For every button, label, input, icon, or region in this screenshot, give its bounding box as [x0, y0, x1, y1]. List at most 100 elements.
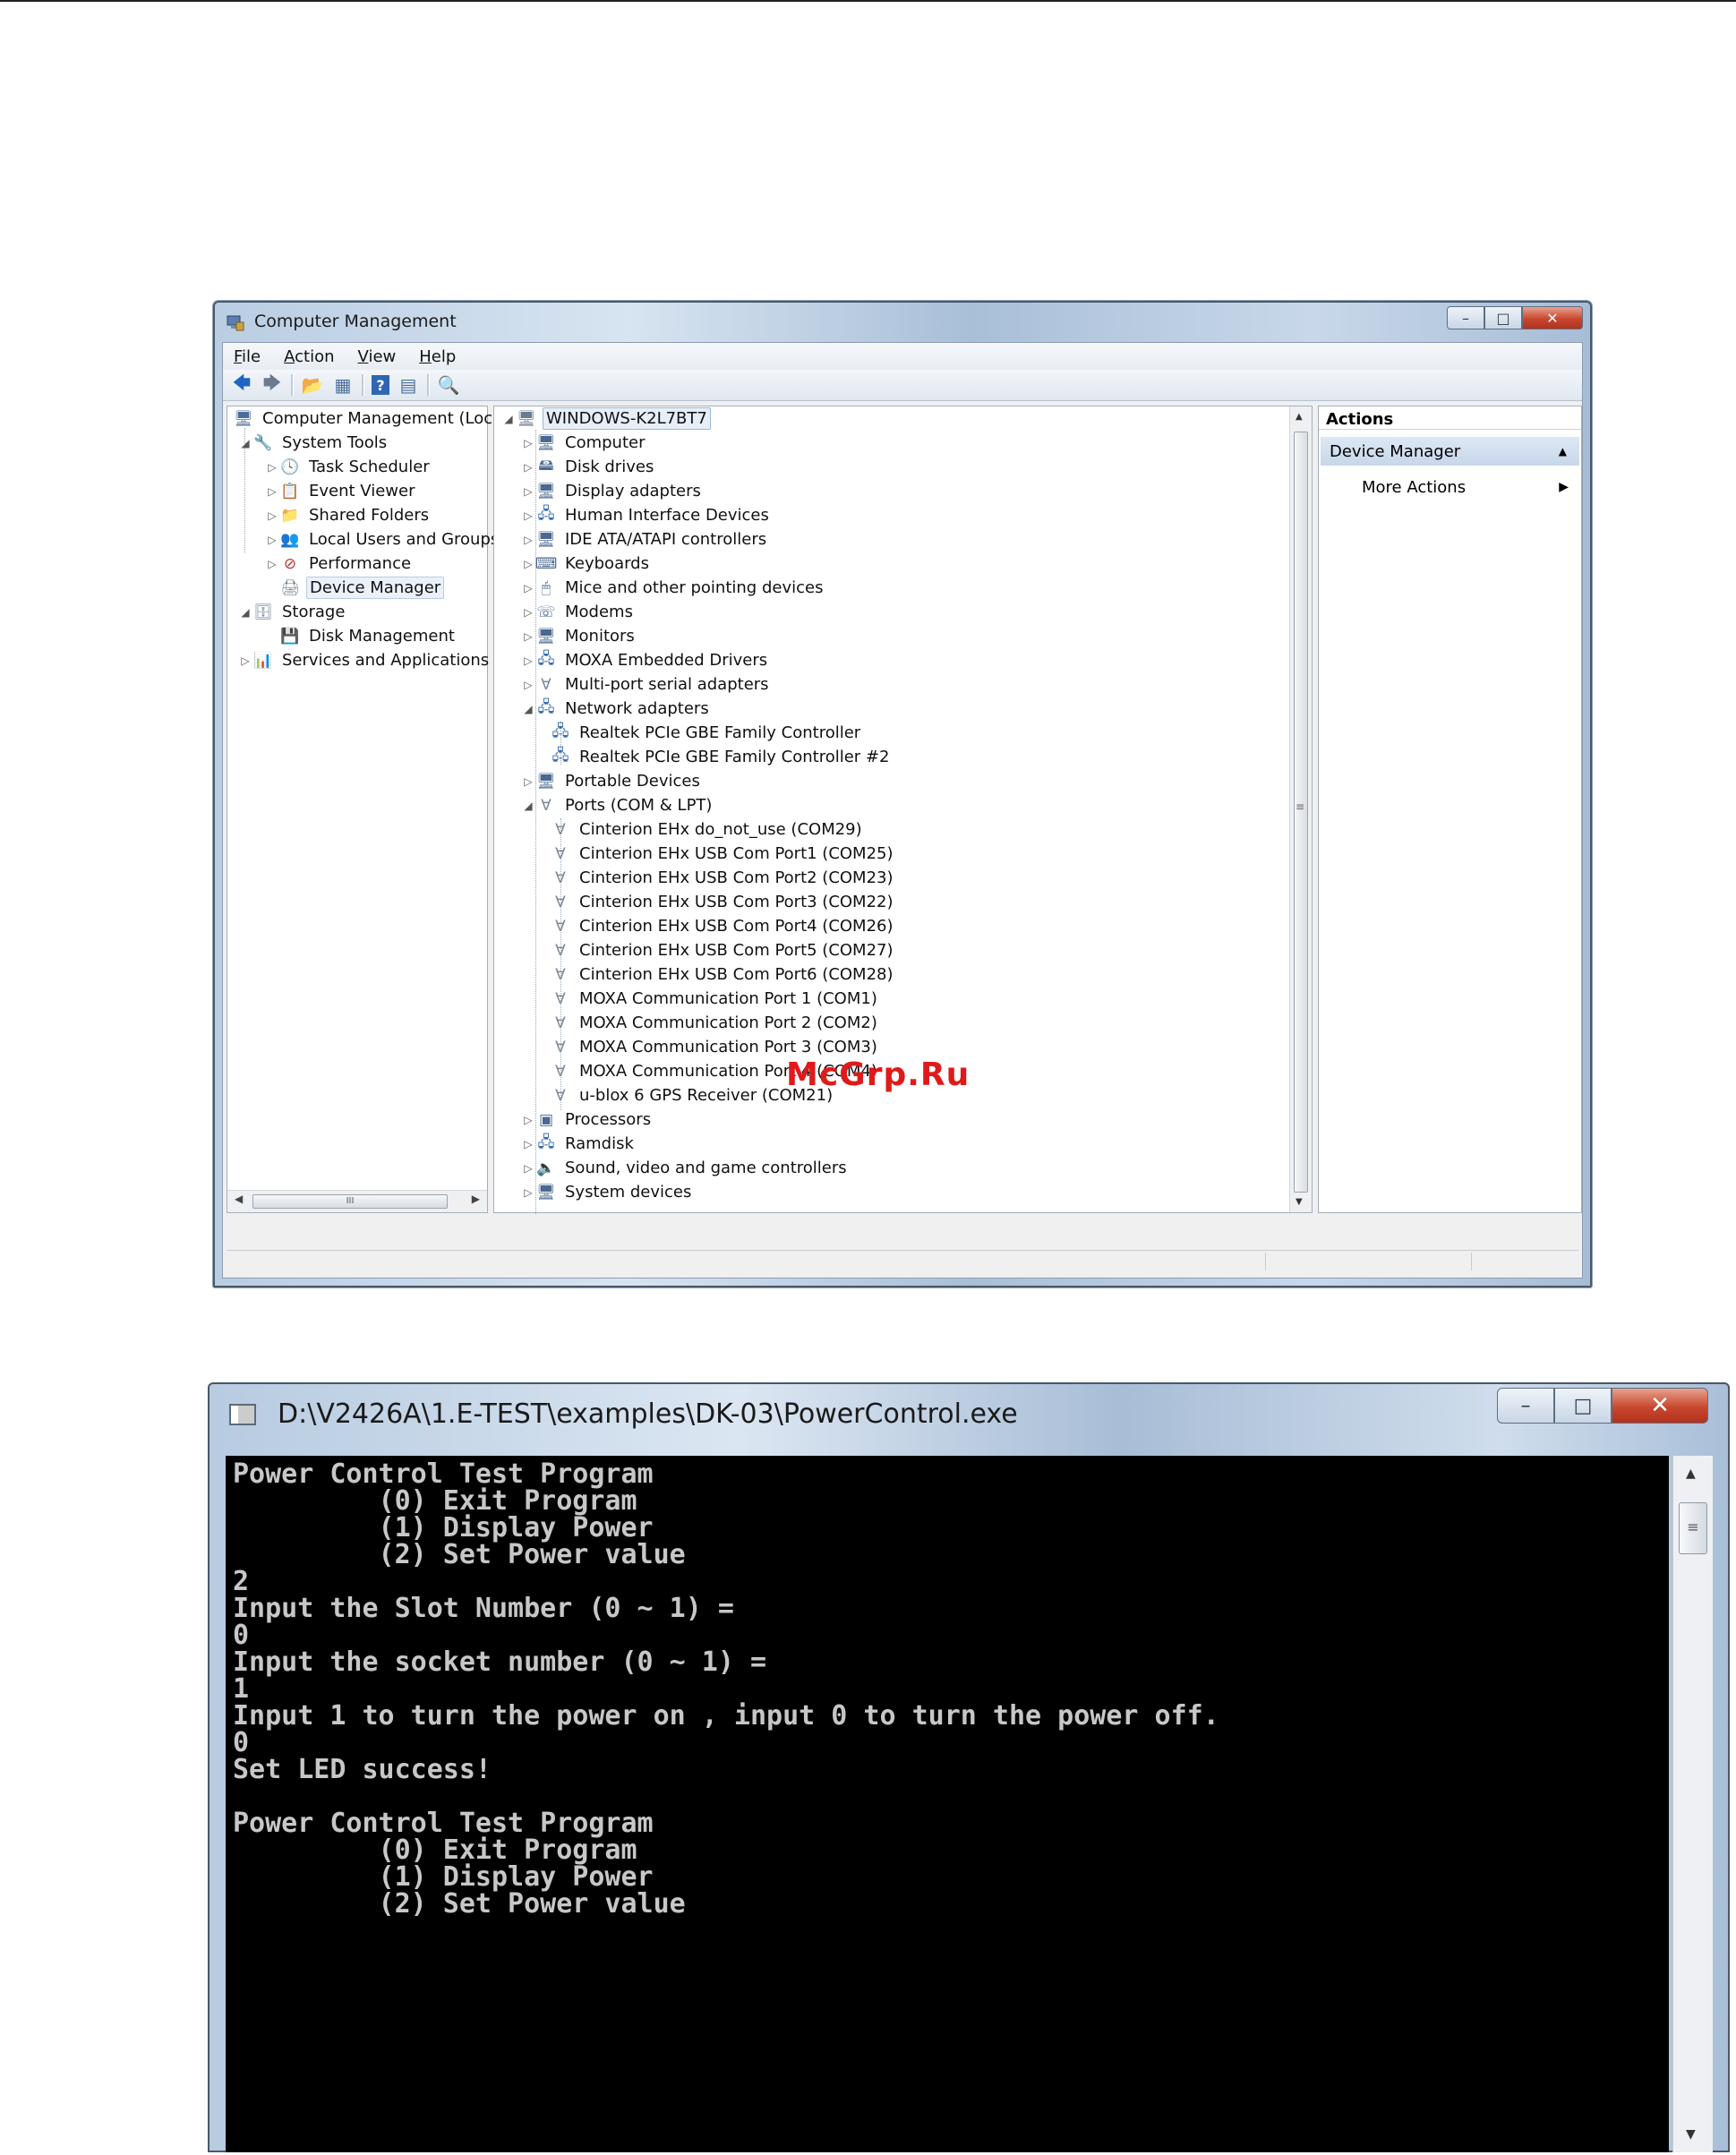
device-category[interactable]: ▷ 🖥 IDE ATA/ATAPI controllers [521, 527, 769, 552]
menu-action[interactable]: Action [284, 347, 334, 366]
tree-item-disk-management[interactable]: 💾 Disk Management [279, 624, 458, 648]
close-button[interactable]: ✕ [1612, 1388, 1708, 1424]
expand-arrow-icon[interactable]: ▷ [265, 534, 279, 546]
scroll-left-icon[interactable]: ◀ [235, 1193, 243, 1205]
expand-arrow-icon[interactable]: ▷ [521, 1114, 535, 1126]
device-category[interactable]: ▷ 🖧 MOXA Embedded Drivers [521, 648, 770, 672]
expand-arrow-icon[interactable]: ▷ [238, 654, 252, 667]
device-category[interactable]: ▷ 🖥 System devices [521, 1180, 694, 1204]
expand-arrow-icon[interactable]: ▷ [521, 558, 535, 570]
expand-arrow-icon[interactable]: ▷ [521, 1138, 535, 1150]
expand-arrow-icon[interactable]: ▷ [521, 606, 535, 619]
up-folder-icon[interactable]: 📂 [301, 373, 324, 397]
expand-arrow-icon[interactable]: ▷ [265, 485, 279, 498]
scroll-down-icon[interactable]: ▼ [1296, 1197, 1303, 1207]
vertical-scrollbar[interactable]: ▲ ≡ ▼ [1289, 406, 1312, 1212]
device-item[interactable]: ∀ Cinterion EHx USB Com Port1 (COM25) [550, 842, 896, 866]
device-category[interactable]: ▷ 🖥 Computer [521, 431, 647, 455]
device-item[interactable]: ∀ Cinterion EHx USB Com Port2 (COM23) [550, 866, 896, 890]
expand-arrow-icon[interactable]: ▷ [265, 509, 279, 522]
close-button[interactable]: ✕ [1522, 306, 1583, 329]
device-category[interactable]: ▷ 🖥 Portable Devices [521, 769, 703, 793]
back-icon[interactable]: 🡄 [230, 372, 253, 397]
device-item[interactable]: ∀ Cinterion EHx USB Com Port3 (COM22) [550, 890, 896, 914]
device-item[interactable]: ∀ MOXA Communication Port 2 (COM2) [550, 1011, 880, 1035]
device-tree-root[interactable]: ◢ 🖥 WINDOWS-K2L7BT7 [501, 406, 711, 431]
collapse-arrow-icon[interactable]: ◢ [238, 606, 252, 619]
device-category[interactable]: ▷ 🖱 Mice and other pointing devices [521, 576, 825, 600]
expand-arrow-icon[interactable]: ▷ [521, 654, 535, 667]
tree-item-task-scheduler[interactable]: ▷ 🕓 Task Scheduler [265, 455, 432, 479]
menu-view[interactable]: View [358, 347, 397, 366]
more-actions-item[interactable]: More Actions ▶ [1362, 475, 1572, 500]
device-category[interactable]: ▷ 🖥 Monitors [521, 624, 637, 648]
collapse-arrow-icon[interactable]: ◢ [521, 800, 535, 812]
tree-item-services-and-applications[interactable]: ▷ 📊 Services and Applications [238, 648, 492, 672]
collapse-arrow-icon[interactable]: ◢ [521, 703, 535, 715]
device-item[interactable]: ∀ Cinterion EHx USB Com Port4 (COM26) [550, 914, 896, 938]
menu-file[interactable]: File [234, 347, 261, 366]
scroll-right-icon[interactable]: ▶ [472, 1193, 480, 1205]
device-item[interactable]: ∀ Cinterion EHx USB Com Port5 (COM27) [550, 938, 896, 962]
console-output[interactable]: Power Control Test Program (0) Exit Prog… [226, 1456, 1669, 2152]
device-category[interactable]: ▷ ∀ Multi-port serial adapters [521, 672, 772, 697]
expand-arrow-icon[interactable]: ▷ [521, 630, 535, 643]
device-category[interactable]: ◢ ∀ Ports (COM & LPT) [521, 793, 714, 817]
scroll-down-icon[interactable]: ▼ [1686, 2127, 1696, 2142]
expand-arrow-icon[interactable]: ▷ [521, 461, 535, 474]
help-icon[interactable]: ? [372, 375, 389, 395]
device-item[interactable]: ∀ Cinterion EHx do_not_use (COM29) [550, 817, 865, 842]
device-category[interactable]: ▷ ☏ Modems [521, 600, 636, 624]
device-category[interactable]: ▷ ⌨ Keyboards [521, 552, 652, 576]
minimize-button[interactable]: – [1447, 306, 1484, 329]
properties-icon[interactable]: ▤ [397, 373, 420, 397]
tree-item-performance[interactable]: ▷ ⊘ Performance [265, 552, 414, 576]
tree-item-computer-management[interactable]: 🖥 Computer Management (Local [233, 406, 509, 431]
device-category[interactable]: ▷ 🖥 Display adapters [521, 479, 704, 503]
forward-icon[interactable]: 🡆 [261, 372, 284, 397]
expand-arrow-icon[interactable]: ▷ [521, 509, 535, 522]
expand-arrow-icon[interactable]: ▷ [521, 679, 535, 691]
tree-item-event-viewer[interactable]: ▷ 📋 Event Viewer [265, 479, 417, 503]
scroll-up-icon[interactable]: ▲ [1686, 1467, 1696, 1481]
collapse-arrow-icon[interactable]: ◢ [238, 437, 252, 449]
tree-item-storage[interactable]: ◢ 🗄 Storage [238, 600, 347, 624]
expand-arrow-icon[interactable]: ▷ [521, 1186, 535, 1199]
device-category[interactable]: ▷ 🖴 Disk drives [521, 455, 656, 479]
actions-section-device-manager[interactable]: Device Manager ▲ [1321, 437, 1579, 466]
tree-item-local-users-and-groups[interactable]: ▷ 👥 Local Users and Groups [265, 527, 501, 552]
tree-item-device-manager[interactable]: 🖨 Device Manager [279, 576, 445, 600]
tree-item-shared-folders[interactable]: ▷ 📁 Shared Folders [265, 503, 432, 527]
device-category[interactable]: ◢ 🖧 Network adapters [521, 697, 712, 721]
device-category[interactable]: ▷ 🖧 Human Interface Devices [521, 503, 772, 527]
device-item[interactable]: ∀ MOXA Communication Port 1 (COM1) [550, 987, 880, 1011]
menu-help[interactable]: Help [419, 347, 456, 366]
horizontal-scrollbar[interactable]: ◀ III ▶ [227, 1190, 487, 1212]
expand-arrow-icon[interactable]: ▷ [521, 582, 535, 594]
maximize-button[interactable]: □ [1554, 1388, 1612, 1424]
collapse-arrow-icon[interactable]: ◢ [501, 413, 516, 425]
collapse-up-icon[interactable]: ▲ [1559, 445, 1567, 458]
expand-arrow-icon[interactable]: ▷ [521, 485, 535, 498]
device-item[interactable]: ∀ MOXA Communication Port 3 (COM3) [550, 1035, 880, 1059]
scrollbar-thumb[interactable]: ≡ [1679, 1502, 1707, 1554]
device-category[interactable]: ▷ 🔈 Sound, video and game controllers [521, 1156, 850, 1180]
device-item[interactable]: 🖧 Realtek PCIe GBE Family Controller [550, 721, 863, 745]
title-bar[interactable]: Computer Management – □ ✕ [215, 303, 1590, 342]
device-category[interactable]: ▷ ▣ Processors [521, 1107, 654, 1132]
scroll-up-icon[interactable]: ▲ [1296, 412, 1303, 422]
device-category[interactable]: ▷ 🖧 Ramdisk [521, 1132, 637, 1156]
expand-arrow-icon[interactable]: ▷ [265, 558, 279, 570]
expand-arrow-icon[interactable]: ▷ [521, 534, 535, 546]
scrollbar-thumb[interactable]: III [252, 1194, 448, 1209]
scan-hardware-icon[interactable]: 🔍 [437, 373, 460, 397]
device-item[interactable]: 🖧 Realtek PCIe GBE Family Controller #2 [550, 745, 892, 769]
maximize-button[interactable]: □ [1484, 306, 1522, 329]
expand-arrow-icon[interactable]: ▷ [521, 1162, 535, 1175]
expand-arrow-icon[interactable]: ▷ [265, 461, 279, 474]
show-hide-tree-icon[interactable]: ▦ [331, 373, 355, 397]
expand-arrow-icon[interactable]: ▷ [521, 437, 535, 449]
tree-item-system-tools[interactable]: ◢ 🔧 System Tools [238, 431, 389, 455]
minimize-button[interactable]: – [1497, 1388, 1554, 1424]
device-item[interactable]: ∀ Cinterion EHx USB Com Port6 (COM28) [550, 962, 896, 987]
